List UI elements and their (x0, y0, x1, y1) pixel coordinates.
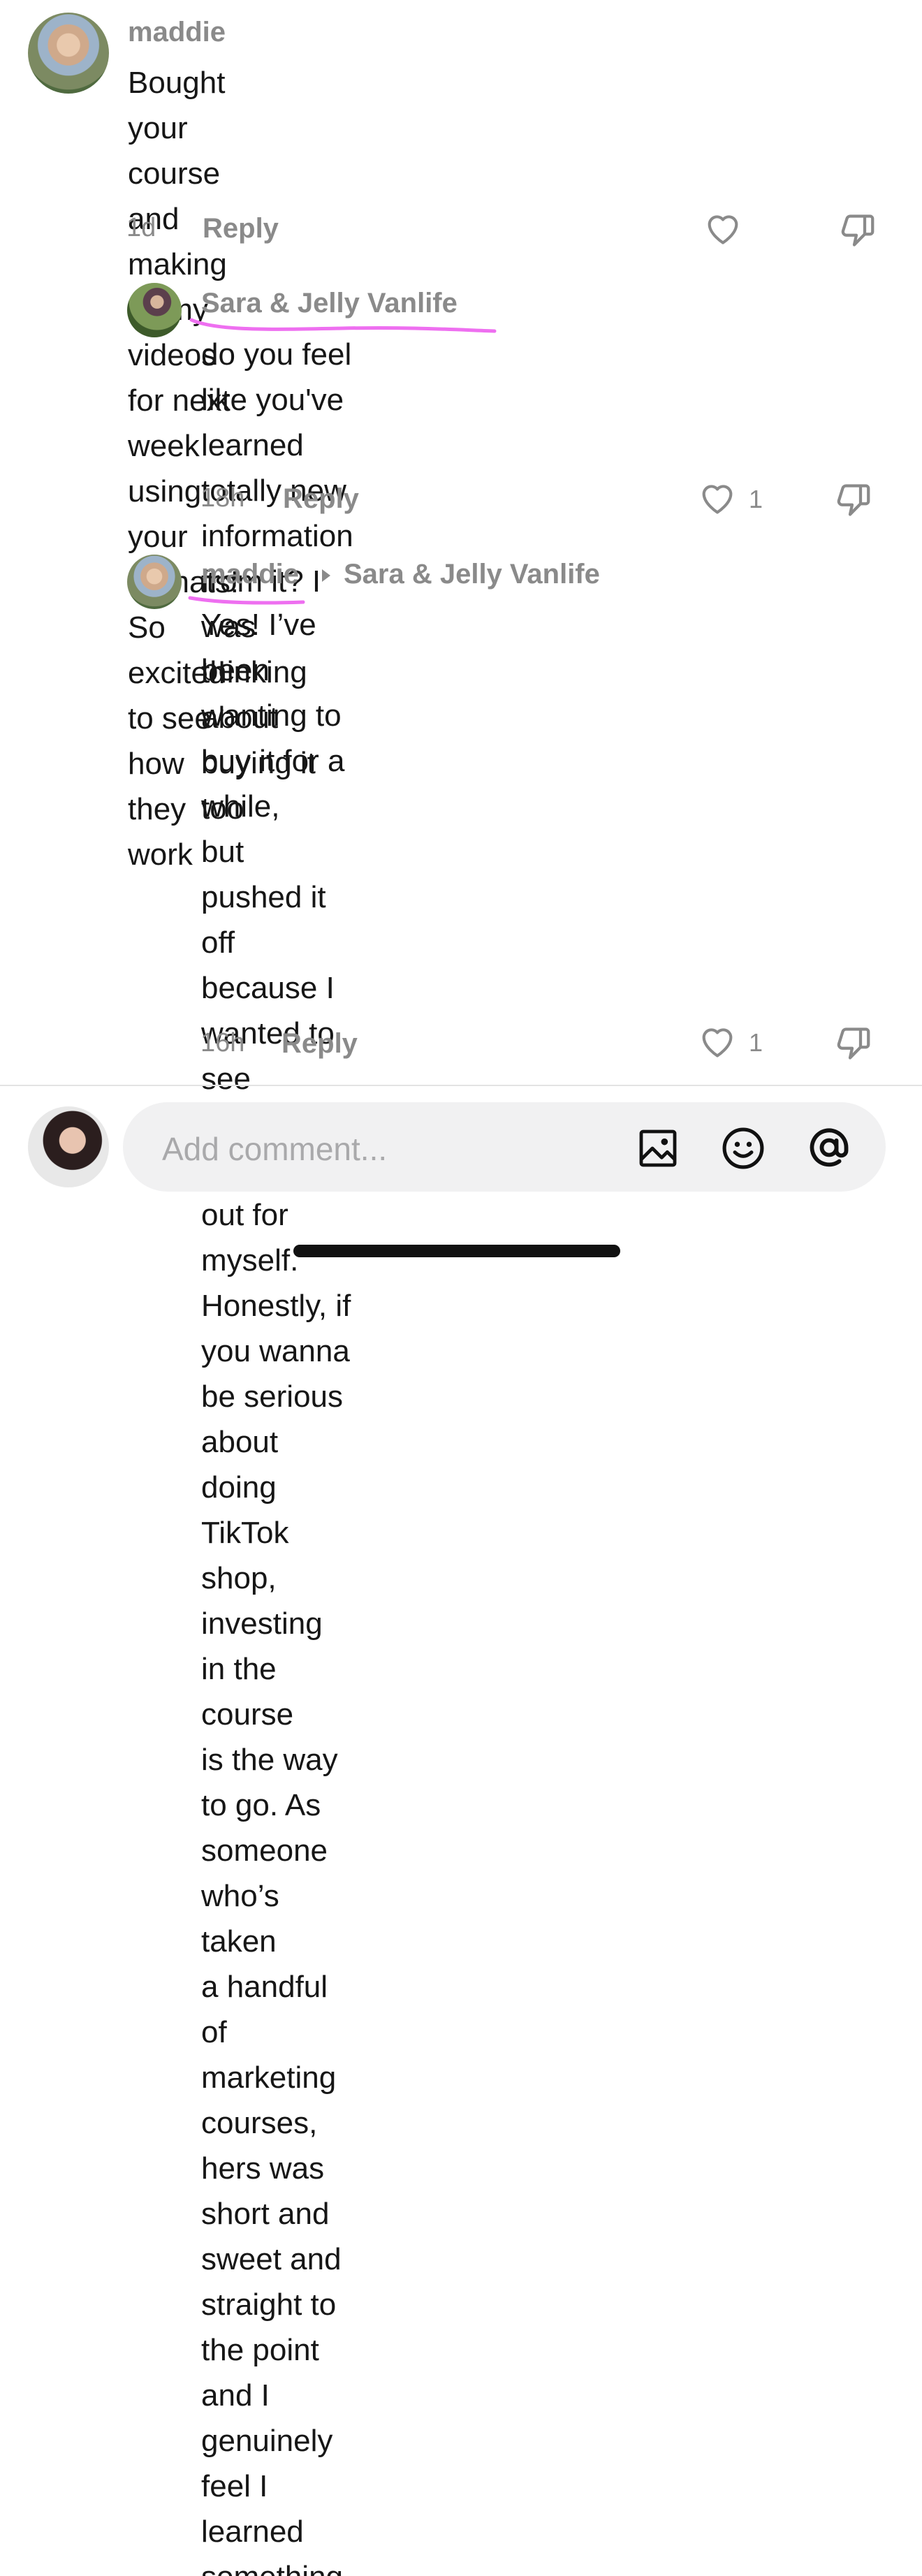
dislike-icon[interactable] (833, 1021, 875, 1063)
comment-input-placeholder: Add comment... (162, 1131, 388, 1167)
dislike-icon[interactable] (837, 208, 879, 250)
comment-text: Yes! I’ve been wanting to buy it for a w… (201, 608, 351, 2576)
home-indicator (293, 1245, 620, 1257)
comment-timestamp: 16h (200, 1028, 245, 1058)
like-count: 1 (749, 485, 763, 513)
comment-timestamp: 18h (200, 483, 245, 513)
reply-to-author[interactable]: Sara & Jelly Vanlife (344, 559, 600, 590)
reply-button[interactable]: Reply (283, 483, 359, 515)
reply-button[interactable]: Reply (203, 213, 279, 244)
avatar[interactable] (127, 555, 182, 609)
heart-icon[interactable] (703, 208, 743, 249)
current-user-avatar[interactable] (28, 1106, 109, 1187)
emoji-icon[interactable] (719, 1125, 767, 1172)
comment-author[interactable]: maddie (201, 559, 299, 590)
reply-arrow-icon (320, 567, 332, 584)
mention-icon[interactable] (805, 1123, 854, 1172)
dislike-icon[interactable] (833, 478, 875, 520)
heart-icon[interactable] (697, 1021, 738, 1062)
heart-icon[interactable] (697, 478, 738, 518)
avatar[interactable] (28, 13, 109, 94)
avatar[interactable] (127, 283, 182, 337)
comment-author[interactable]: Sara & Jelly Vanlife (201, 288, 458, 319)
comment-timestamp: 1d (126, 213, 156, 242)
image-icon[interactable] (636, 1126, 680, 1171)
comment-author[interactable]: maddie (128, 17, 226, 48)
divider (0, 1085, 922, 1086)
comment-input[interactable]: Add comment... (123, 1102, 886, 1192)
like-count: 1 (749, 1028, 763, 1057)
reply-button[interactable]: Reply (281, 1028, 358, 1060)
